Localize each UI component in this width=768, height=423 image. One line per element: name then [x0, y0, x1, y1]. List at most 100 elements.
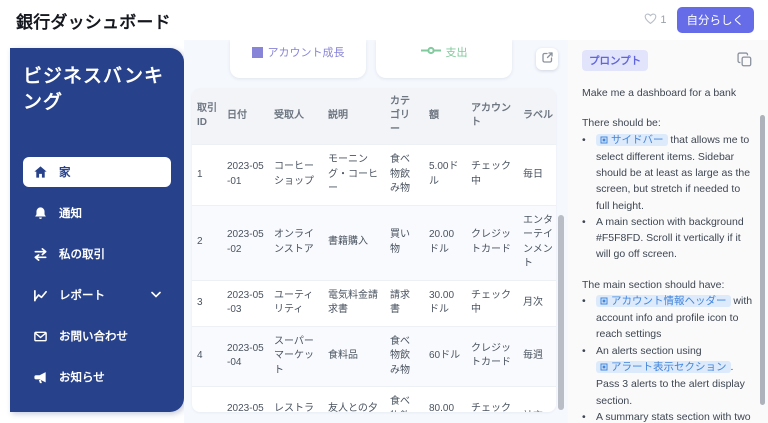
table-cell: コーヒーショップ — [269, 144, 323, 205]
sidebar-item-home[interactable]: 家 — [23, 157, 171, 188]
table-cell: 2023-05-03 — [222, 279, 269, 326]
sidebar-column: ビジネスバンキング 家 通知 私の取引 レポート お問い合わせ お知らせ — [0, 40, 184, 423]
table-cell: 友人との夕食 — [323, 386, 385, 412]
column-header: 受取人 — [269, 88, 323, 145]
sidebar-item-label: お知らせ — [59, 372, 105, 385]
prompt-paragraph: Make me a dashboard for a bank — [582, 87, 737, 99]
table-cell: 食料品 — [323, 325, 385, 387]
copy-icon — [737, 52, 752, 70]
table-cell: 5.00ドル — [424, 144, 466, 205]
main-scrollbar-thumb[interactable] — [558, 215, 564, 410]
legend-label-spending: 支出 — [445, 47, 468, 59]
table-cell: 毎日 — [518, 144, 556, 205]
table-cell: 4 — [192, 325, 222, 387]
table-cell: 月次 — [518, 279, 556, 326]
prompt-bullet: • アカウント情報ヘッダー with account info and profi… — [582, 294, 753, 341]
table-row: 52023-05-05レストラン友人との夕食食べ物飲み物80.00ドルチェック中… — [192, 386, 556, 412]
spending-chart-card: 支出 — [376, 40, 512, 78]
transfer-icon — [33, 247, 48, 262]
prompt-panel: プロンプト Make me a dashboard for a bank Ther… — [568, 40, 768, 423]
chevron-down-icon — [151, 289, 161, 301]
bar-legend-marker — [251, 46, 263, 58]
column-header: アカウント — [466, 88, 518, 145]
component-chip: アラート表示セクション — [596, 360, 731, 376]
sidebar-item-announcements[interactable]: お知らせ — [23, 362, 171, 392]
prompt-badge: プロンプト — [582, 50, 649, 71]
table-cell: 2023-05-02 — [222, 204, 269, 280]
prompt-paragraph: There should be: — [582, 117, 661, 130]
prompt-bullet: •A summary stats section with two charts… — [582, 410, 751, 423]
table-cell: 1 — [192, 144, 222, 205]
table-cell: オンラインストア — [269, 204, 323, 280]
transactions-table-card: 取引ID 日付 受取人 説明 カテゴリー額アカウント ラベル 1 2023-05-01 コーヒ… — [192, 88, 556, 412]
component-icon — [600, 133, 608, 149]
home-icon — [33, 165, 48, 180]
likes-count: 1 — [660, 14, 667, 26]
table-cell: 食べ物飲み物 — [385, 144, 424, 205]
table-cell: 2023-05-01 — [222, 144, 269, 205]
sidebar-item-label: 私の取引 — [59, 249, 105, 262]
copy-button[interactable] — [735, 50, 754, 72]
table-cell: 買い物 — [385, 204, 424, 280]
likes-counter[interactable]: 1 — [644, 12, 667, 28]
page-title: 銀行ダッシュボード — [16, 12, 171, 32]
chart-cards-row: アカウント成長 支出 — [230, 40, 568, 78]
expand-button[interactable] — [536, 48, 558, 70]
top-header: 銀行ダッシュボード 1 自分らしく — [0, 0, 768, 40]
table-cell: 食べ物飲み物 — [385, 386, 424, 412]
sidebar-title: ビジネスバンキング — [23, 66, 164, 113]
sidebar-item-transactions[interactable]: 私の取引 — [23, 239, 171, 269]
sidebar-item-reports[interactable]: レポート — [23, 280, 171, 310]
table-row: 4 2023-05-04 スーパーマーケット 食料品 食べ物飲み物 60ドル クレジットカー… — [192, 325, 556, 387]
component-icon — [600, 360, 608, 376]
table-cell: モーニング・コーヒー — [323, 144, 385, 205]
table-cell: 30.00ドル — [424, 279, 466, 326]
column-header: 説明 — [323, 88, 385, 145]
table-cell: 食べ物飲み物 — [385, 325, 424, 387]
sidebar-item-label: レポート — [59, 290, 105, 303]
table-cell: 請求書 — [385, 279, 424, 326]
column-header: 日付 — [222, 88, 269, 145]
table-cell: スーパーマーケット — [269, 325, 323, 387]
panel-scrollbar-thumb[interactable] — [760, 115, 765, 405]
table-cell: 80.00ドル — [424, 386, 466, 412]
prompt-bullet: • An alerts section using アラート表示セクション. Pa… — [582, 344, 745, 407]
table-row: 1 2023-05-01 コーヒーショップ モーニング・コーヒー 食べ物飲み物 5.00ド… — [192, 144, 556, 205]
prompt-bullet: • A main section with background #F5F8FD.… — [582, 215, 744, 261]
column-header: ラベル — [518, 88, 556, 145]
table-header-row: 取引ID 日付 受取人 説明 カテゴリー額アカウント ラベル — [192, 88, 556, 145]
component-icon — [600, 294, 608, 310]
table-cell: チェック中 — [466, 144, 518, 205]
table-cell: 20.00ドル — [424, 204, 466, 280]
prompt-paragraph: The main section should have: — [582, 278, 725, 291]
personalize-button[interactable]: 自分らしく — [676, 7, 754, 33]
table-cell: チェック中 — [466, 279, 518, 326]
table-cell: クレジットカード — [466, 204, 518, 280]
sidebar-nav: 家 通知 私の取引 レポート お問い合わせ お知らせ — [23, 157, 171, 392]
column-header: 取引ID — [192, 88, 222, 145]
chart-icon — [33, 288, 48, 303]
prompt-bullet: • サイドバー that allows me to select differen… — [582, 133, 751, 212]
table-cell: ユーティリティ — [269, 279, 323, 326]
column-header: カテゴリー — [385, 88, 424, 145]
sidebar-item-notifications[interactable]: 通知 — [23, 198, 171, 228]
table-cell: 書籍購入 — [323, 204, 385, 280]
sidebar-item-contact[interactable]: お問い合わせ — [23, 321, 171, 351]
component-chip: アカウント情報ヘッダー — [596, 294, 731, 310]
main-section: アカウント成長 支出 取引ID 日付 受取人 説明 カテゴリー額アカウント ラベル — [184, 40, 568, 423]
table-cell: 社交 — [518, 386, 556, 412]
table-cell: チェック中 — [466, 386, 518, 412]
table-cell: 2023-05-04 — [222, 325, 269, 387]
table-cell: エンターテインメント — [518, 204, 556, 280]
external-link-icon — [541, 51, 554, 67]
transactions-table: 取引ID 日付 受取人 説明 カテゴリー額アカウント ラベル 1 2023-05-01 コーヒ… — [192, 88, 556, 412]
account-growth-chart-card: アカウント成長 — [230, 40, 366, 78]
mail-icon — [33, 329, 48, 344]
table-row: 3 2023-05-03 ユーティリティ 電気料金請求書 請求書 30.00ドル チェック中… — [192, 279, 556, 326]
sidebar: ビジネスバンキング 家 通知 私の取引 レポート お問い合わせ お知らせ — [10, 48, 184, 412]
column-header: 額 — [424, 88, 466, 145]
table-cell: クレジットカード — [466, 325, 518, 387]
sidebar-item-label: お問い合わせ — [59, 331, 128, 344]
table-cell: 2 — [192, 204, 222, 280]
component-chip: サイドバー — [596, 133, 668, 149]
